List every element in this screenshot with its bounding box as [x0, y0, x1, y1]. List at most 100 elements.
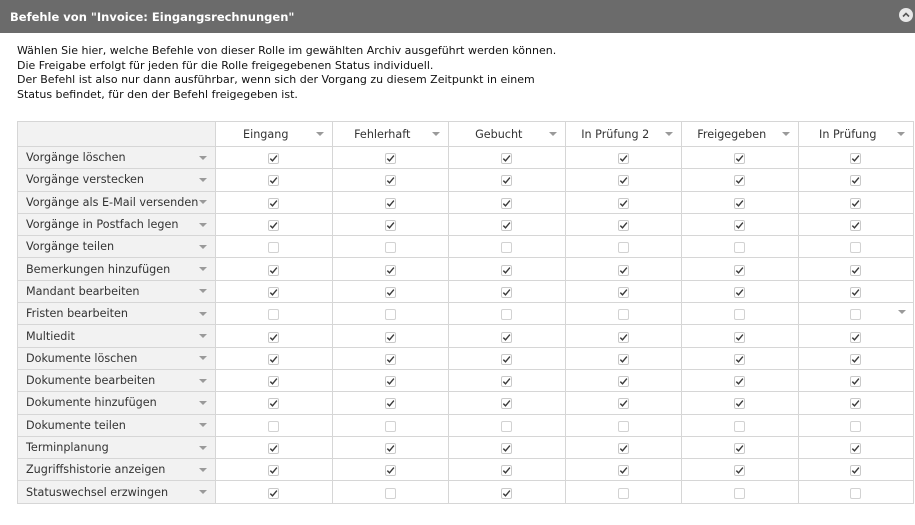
row-header[interactable]: Statuswechsel erzwingen [17, 480, 216, 504]
caret-down-icon[interactable] [199, 423, 207, 428]
checkbox-checked-icon[interactable] [384, 331, 396, 343]
caret-down-icon[interactable] [199, 467, 207, 472]
checkbox-checked-icon[interactable] [734, 264, 746, 276]
column-header[interactable]: Freigegeben [681, 121, 799, 147]
row-header[interactable]: Vorgänge als E-Mail versenden [17, 190, 216, 214]
checkbox-checked-icon[interactable] [268, 153, 280, 165]
checkbox-checked-icon[interactable] [268, 220, 280, 232]
checkbox-checked-icon[interactable] [617, 286, 629, 298]
row-header[interactable]: Terminplanung [17, 435, 216, 460]
checkbox-checked-icon[interactable] [617, 376, 629, 388]
checkbox-checked-icon[interactable] [850, 286, 862, 298]
checkbox-unchecked-icon[interactable] [268, 242, 280, 254]
checkbox-checked-icon[interactable] [501, 331, 513, 343]
checkbox-unchecked-icon[interactable] [850, 242, 862, 254]
checkbox-checked-icon[interactable] [617, 331, 629, 343]
checkbox-checked-icon[interactable] [617, 220, 629, 232]
column-header[interactable]: Fehlerhaft [331, 121, 449, 147]
checkbox-unchecked-icon[interactable] [384, 242, 396, 254]
caret-down-icon[interactable] [199, 490, 207, 495]
checkbox-unchecked-icon[interactable] [268, 309, 280, 321]
checkbox-checked-icon[interactable] [850, 175, 862, 187]
caret-down-icon[interactable] [199, 334, 207, 339]
checkbox-unchecked-icon[interactable] [734, 309, 746, 321]
checkbox-checked-icon[interactable] [734, 197, 746, 209]
checkbox-checked-icon[interactable] [384, 398, 396, 410]
checkbox-unchecked-icon[interactable] [384, 487, 396, 499]
checkbox-checked-icon[interactable] [734, 376, 746, 388]
caret-down-icon[interactable] [548, 132, 557, 136]
caret-down-icon[interactable] [199, 267, 207, 272]
checkbox-checked-icon[interactable] [617, 175, 629, 187]
column-header[interactable]: Gebucht [448, 121, 566, 147]
column-header[interactable]: In Prüfung [797, 121, 914, 147]
caret-down-icon[interactable] [199, 445, 207, 450]
checkbox-checked-icon[interactable] [384, 197, 396, 209]
column-header[interactable]: Eingang [215, 121, 333, 147]
checkbox-unchecked-icon[interactable] [617, 242, 629, 254]
row-header[interactable]: Zugriffshistorie anzeigen [17, 458, 216, 482]
checkbox-checked-icon[interactable] [384, 286, 396, 298]
checkbox-checked-icon[interactable] [850, 376, 862, 388]
checkbox-unchecked-icon[interactable] [268, 420, 280, 432]
checkbox-checked-icon[interactable] [501, 220, 513, 232]
checkbox-checked-icon[interactable] [734, 286, 746, 298]
row-header[interactable]: Vorgänge verstecken [17, 168, 216, 192]
checkbox-checked-icon[interactable] [501, 443, 513, 454]
checkbox-checked-icon[interactable] [384, 264, 396, 276]
checkbox-unchecked-icon[interactable] [617, 309, 629, 321]
checkbox-checked-icon[interactable] [501, 398, 513, 410]
checkbox-checked-icon[interactable] [617, 353, 629, 365]
corner-header[interactable] [17, 121, 906, 315]
checkbox-checked-icon[interactable] [850, 465, 862, 477]
collapse-button[interactable] [899, 8, 913, 22]
checkbox-checked-icon[interactable] [850, 153, 862, 165]
caret-down-icon[interactable] [199, 400, 207, 405]
checkbox-unchecked-icon[interactable] [384, 309, 396, 321]
checkbox-checked-icon[interactable] [501, 353, 513, 365]
row-header[interactable]: Fristen bearbeiten [17, 302, 216, 326]
checkbox-checked-icon[interactable] [617, 443, 629, 454]
checkbox-checked-icon[interactable] [268, 443, 280, 454]
row-header[interactable]: Dokumente löschen [17, 346, 216, 370]
checkbox-checked-icon[interactable] [268, 487, 280, 499]
caret-down-icon[interactable] [315, 132, 324, 136]
checkbox-unchecked-icon[interactable] [501, 242, 513, 254]
checkbox-checked-icon[interactable] [384, 443, 396, 454]
checkbox-checked-icon[interactable] [617, 465, 629, 477]
row-header[interactable]: Bemerkungen hinzufügen [17, 257, 216, 281]
checkbox-checked-icon[interactable] [734, 220, 746, 232]
checkbox-checked-icon[interactable] [268, 175, 280, 187]
checkbox-checked-icon[interactable] [268, 398, 280, 410]
checkbox-checked-icon[interactable] [850, 331, 862, 343]
checkbox-checked-icon[interactable] [384, 376, 396, 388]
checkbox-checked-icon[interactable] [734, 443, 746, 454]
checkbox-checked-icon[interactable] [850, 443, 862, 454]
caret-down-icon[interactable] [199, 222, 207, 227]
caret-down-icon[interactable] [199, 155, 207, 160]
checkbox-checked-icon[interactable] [501, 465, 513, 477]
row-header[interactable]: Dokumente bearbeiten [17, 368, 216, 393]
checkbox-checked-icon[interactable] [501, 153, 513, 165]
caret-down-icon[interactable] [199, 244, 207, 249]
checkbox-checked-icon[interactable] [384, 465, 396, 477]
caret-down-icon[interactable] [199, 311, 207, 316]
caret-down-icon[interactable] [199, 200, 207, 205]
checkbox-checked-icon[interactable] [734, 153, 746, 165]
checkbox-checked-icon[interactable] [268, 286, 280, 298]
checkbox-unchecked-icon[interactable] [734, 242, 746, 254]
checkbox-unchecked-icon[interactable] [384, 420, 396, 432]
checkbox-checked-icon[interactable] [268, 376, 280, 388]
caret-down-icon[interactable] [781, 132, 790, 136]
row-header[interactable]: Vorgänge löschen [17, 145, 216, 170]
checkbox-checked-icon[interactable] [850, 398, 862, 410]
checkbox-checked-icon[interactable] [384, 153, 396, 165]
caret-down-icon[interactable] [199, 289, 207, 294]
checkbox-unchecked-icon[interactable] [501, 309, 513, 321]
checkbox-unchecked-icon[interactable] [734, 420, 746, 432]
checkbox-checked-icon[interactable] [501, 487, 513, 499]
checkbox-unchecked-icon[interactable] [501, 420, 513, 432]
checkbox-checked-icon[interactable] [268, 264, 280, 276]
checkbox-checked-icon[interactable] [734, 398, 746, 410]
caret-down-icon[interactable] [199, 378, 207, 383]
